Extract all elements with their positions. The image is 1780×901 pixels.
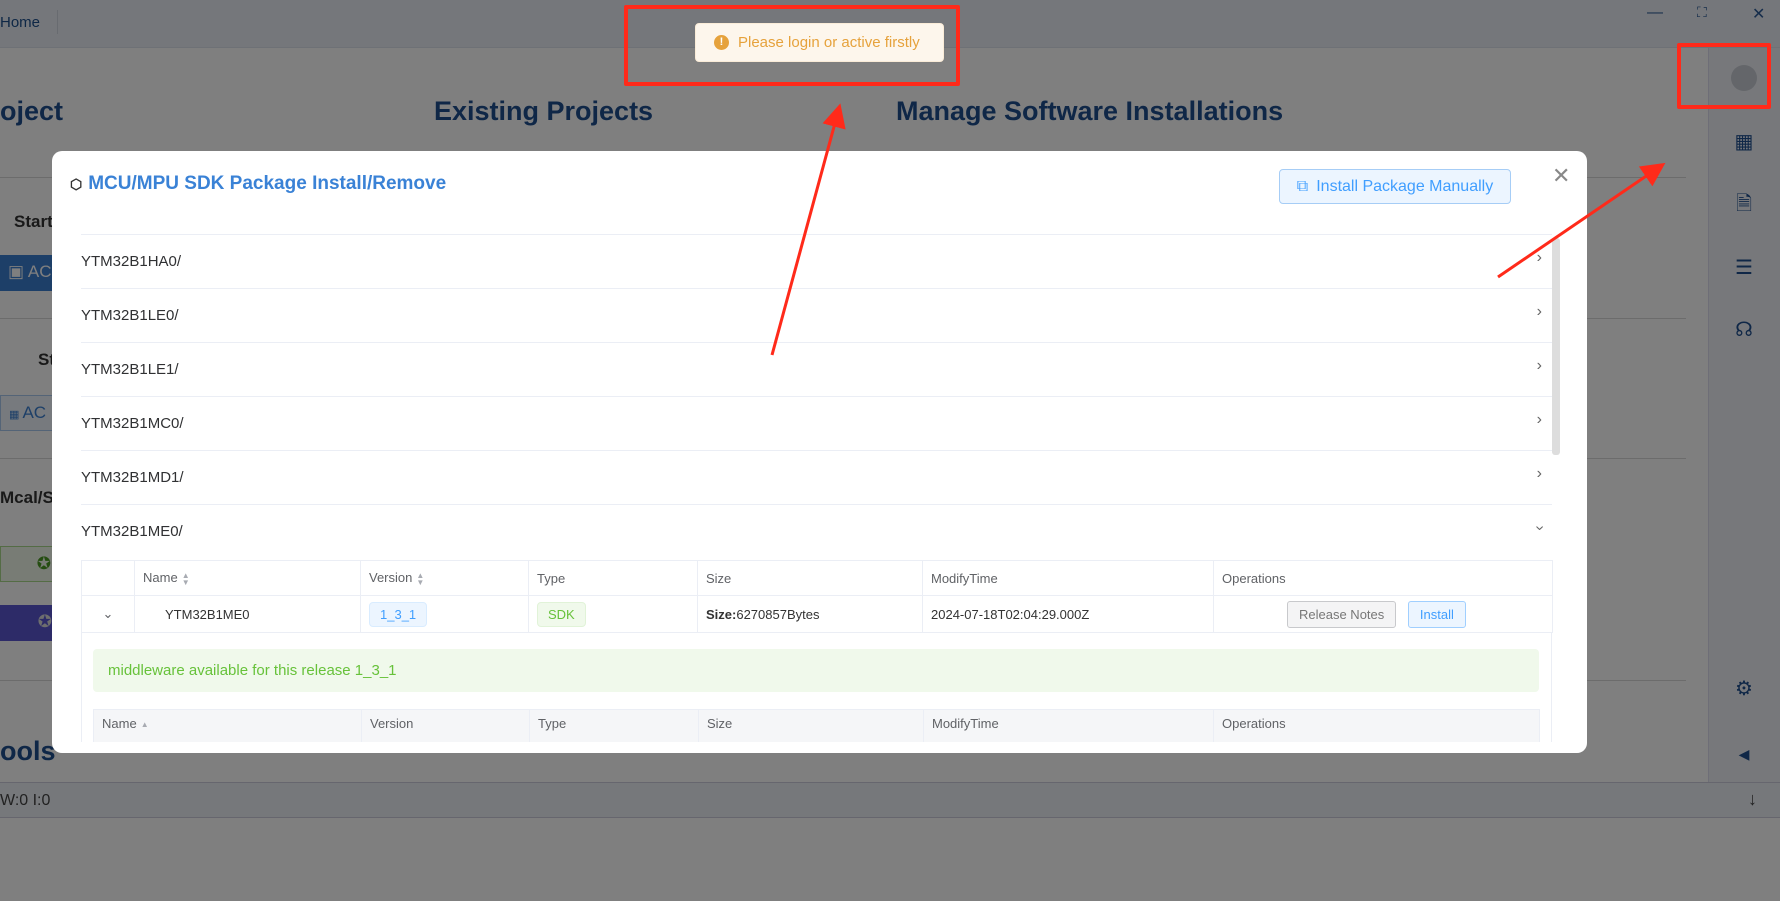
annotation-arrow — [770, 103, 846, 356]
annotation-arrow — [1497, 162, 1666, 279]
annotation-arrows — [770, 103, 1666, 356]
